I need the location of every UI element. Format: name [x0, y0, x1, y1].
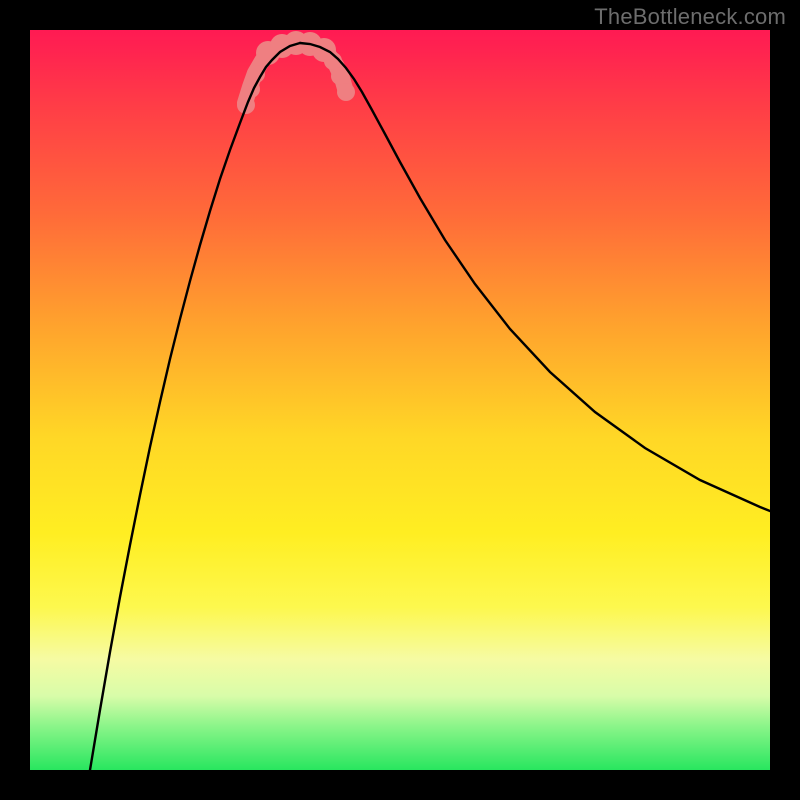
basin-marker-dot — [337, 83, 355, 101]
curve-right — [300, 43, 770, 511]
plot-area — [30, 30, 770, 770]
chart-svg — [30, 30, 770, 770]
chart-frame: TheBottleneck.com — [0, 0, 800, 800]
curve-left — [90, 43, 300, 770]
watermark-text: TheBottleneck.com — [594, 4, 786, 30]
